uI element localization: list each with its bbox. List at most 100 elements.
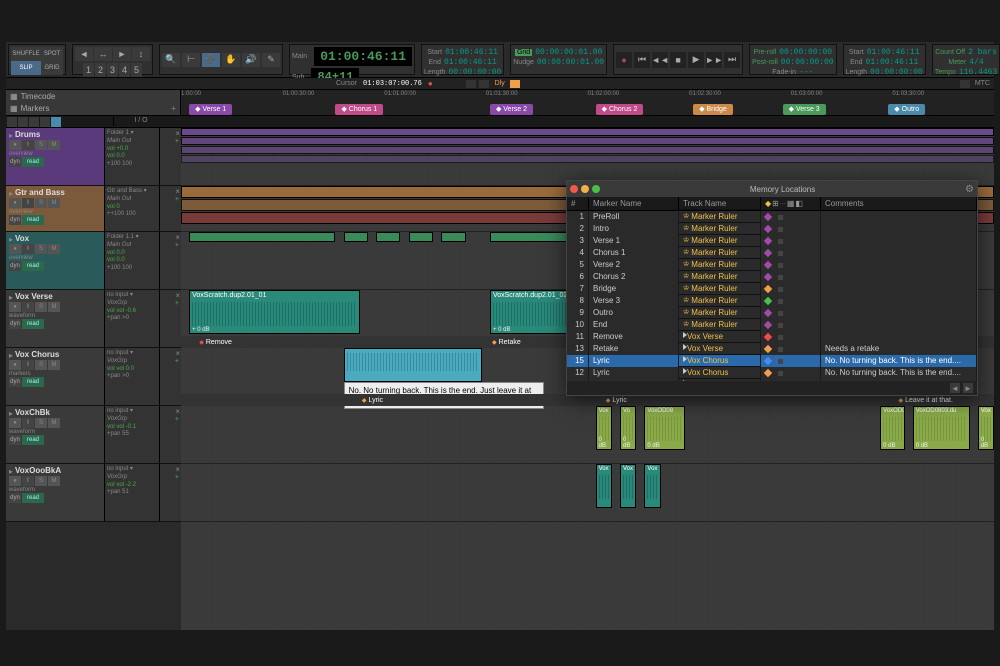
automation-mode-button[interactable]: read	[22, 435, 44, 445]
ruler-marker[interactable]: ◆ Verse 1	[189, 104, 232, 115]
track-io[interactable]: Gtr and Bass ▾ Main Out vol 0 ++100 100	[104, 186, 159, 231]
fadein-field[interactable]: ---	[799, 68, 813, 77]
track-ctrl[interactable]: ×+	[159, 290, 181, 347]
meter-field[interactable]: 4/4	[969, 58, 983, 67]
audio-clip[interactable]: Vox0 dB	[596, 406, 612, 450]
col-btn-3[interactable]	[29, 117, 39, 127]
automation-mode-button[interactable]: read	[22, 261, 44, 271]
track-io[interactable]: no input ▾ VoxGrp vol vol -0.1 +pan 55	[104, 406, 159, 463]
memory-location-row[interactable]: 11 Remove Vox Verse	[567, 331, 977, 343]
zoom-v-button[interactable]: ↕	[132, 47, 150, 61]
track-io[interactable]: no input ▾ VoxGrp vol vol 0.0 +pan >0	[104, 348, 159, 405]
markers-ruler[interactable]: ▦Markers+ ◆ Verse 1◆ Chorus 1◆ Verse 2◆ …	[6, 103, 994, 116]
solo-button[interactable]: S	[35, 476, 47, 486]
trim-tool-button[interactable]: ⊢	[182, 53, 200, 67]
dyn-button[interactable]: dyn	[9, 261, 21, 271]
track-marker[interactable]: Lyric	[360, 394, 385, 406]
mem-next-button[interactable]: ►	[963, 383, 973, 393]
col-btn-5[interactable]	[51, 117, 61, 127]
col-track-name[interactable]: Track Name	[679, 197, 761, 210]
memory-location-row[interactable]: 10 End ♔Marker Ruler	[567, 319, 977, 331]
memory-location-row[interactable]: 6 Chorus 2 ♔Marker Ruler	[567, 271, 977, 283]
track-io[interactable]: no input ▾ VoxGrp vol vol -2.2 +pan 51	[104, 464, 159, 521]
rtz-button[interactable]: ⏮	[634, 52, 650, 68]
ffwd-button[interactable]: ►►	[706, 52, 722, 68]
clip[interactable]	[441, 232, 465, 242]
automation-mode-button[interactable]: read	[22, 319, 44, 329]
memory-locations-window[interactable]: Memory Locations ⚙ # Marker Name Track N…	[566, 180, 978, 396]
rec-enable-button[interactable]: ●	[9, 302, 21, 312]
sel2-len-field[interactable]: 00:00:00:00	[870, 68, 923, 77]
tempo-field[interactable]: 116.4463	[959, 68, 997, 77]
end-button[interactable]: ⏭	[724, 52, 740, 68]
solo-button[interactable]: S	[35, 302, 47, 312]
ruler-marker[interactable]: ◆ Chorus 2	[596, 104, 644, 115]
solo-button[interactable]: S	[35, 198, 47, 208]
zoom-preset-5[interactable]: 5	[131, 63, 142, 77]
input-button[interactable]: I	[22, 476, 34, 486]
main-counter[interactable]: 01:00:46:11	[314, 47, 412, 66]
track-name[interactable]: VoxOooBkA	[15, 466, 61, 475]
sel-end-field[interactable]: 01:00:46:11	[444, 58, 497, 67]
col-marker-name[interactable]: Marker Name	[589, 197, 679, 210]
audio-clip[interactable]: Vox0 dB	[978, 406, 994, 450]
input-button[interactable]: I	[22, 140, 34, 150]
memory-location-row[interactable]: 3 Verse 1 ♔Marker Ruler	[567, 235, 977, 247]
stop-button[interactable]: ■	[670, 52, 686, 68]
mute-button[interactable]: M	[48, 360, 60, 370]
mute-button[interactable]: M	[48, 244, 60, 254]
sync-icon[interactable]	[960, 80, 970, 88]
mute-button[interactable]: M	[48, 418, 60, 428]
input-button[interactable]: I	[22, 302, 34, 312]
clip[interactable]	[189, 232, 335, 242]
rec-arm-icon[interactable]: ●	[428, 79, 433, 88]
clip[interactable]	[181, 137, 994, 145]
dyn-button[interactable]: dyn	[9, 215, 21, 225]
sel2-end-field[interactable]: 01:00:46:11	[866, 58, 919, 67]
slip-mode-button[interactable]: SLIP	[11, 61, 41, 75]
pencil-tool-button[interactable]: ✎	[262, 53, 280, 67]
audio-clip[interactable]: VoxOD060 dB	[880, 406, 904, 450]
col-btn-1[interactable]	[7, 117, 17, 127]
automation-mode-button[interactable]: read	[22, 157, 44, 167]
preroll-field[interactable]: 00:00:00:00	[779, 48, 832, 57]
rec-enable-button[interactable]: ●	[9, 140, 21, 150]
audio-clip[interactable]: VoxScratch.dup2.01_01+ 0 dB	[189, 290, 360, 334]
sel-start-field[interactable]: 01:00:46:11	[445, 48, 498, 57]
memory-location-row[interactable]: 5 Verse 2 ♔Marker Ruler	[567, 259, 977, 271]
zoom-preset-4[interactable]: 4	[119, 63, 130, 77]
track-lane[interactable]: VoxVoxVox	[181, 464, 994, 522]
audio-clip[interactable]: Vox	[596, 464, 612, 508]
clip[interactable]	[409, 232, 433, 242]
dyn-button[interactable]: dyn	[9, 319, 21, 329]
grabber-tool-button[interactable]: ✋	[222, 53, 240, 67]
track-marker[interactable]: Retake	[490, 336, 523, 348]
automation-mode-button[interactable]: read	[22, 493, 44, 503]
selector-tool-button[interactable]: ➕	[202, 53, 220, 67]
audio-clip[interactable]: Vox	[620, 464, 636, 508]
rec-enable-button[interactable]: ●	[9, 198, 21, 208]
dyn-button[interactable]: dyn	[9, 377, 21, 387]
track-io[interactable]: Folder 1 ▾ Main Out vol +0.0 vol 0.0 +10…	[104, 128, 159, 185]
memory-location-row[interactable]: 13 Retake Vox Verse Needs a retake	[567, 343, 977, 355]
dyn-button[interactable]: dyn	[9, 157, 21, 167]
zoom-preset-2[interactable]: 2	[95, 63, 106, 77]
col-btn-4[interactable]	[40, 117, 50, 127]
zoom-preset-1[interactable]: 1	[83, 63, 94, 77]
zoom-tool-button[interactable]: 🔍	[162, 53, 180, 67]
track-name[interactable]: Vox Verse	[15, 292, 53, 301]
track-header[interactable]: ▸Drums ●ISM overview dynread Folder 1 ▾ …	[6, 128, 181, 186]
nudge-field[interactable]: 00:00:00:01.00	[537, 58, 604, 67]
memory-location-row[interactable]: 7 Bridge ♔Marker Ruler	[567, 283, 977, 295]
track-io[interactable]: Folder 1.1 ▾ Main Out vol 0.0 vol 0.0 +1…	[104, 232, 159, 289]
track-header[interactable]: ▸Gtr and Bass ●ISM overview dynread Gtr …	[6, 186, 181, 232]
memory-location-row[interactable]: 12 Lyric Vox Chorus No. No turning back.…	[567, 367, 977, 379]
mute-button[interactable]: M	[48, 140, 60, 150]
track-io[interactable]: no input ▾ VoxGrp vol vol -0.6 +pan >0	[104, 290, 159, 347]
col-btn-2[interactable]	[18, 117, 28, 127]
memory-location-row[interactable]: 15 Lyric Vox Chorus No. No turning back.…	[567, 355, 977, 367]
track-header[interactable]: ▸VoxOooBkA ●ISM waveform dynread no inpu…	[6, 464, 181, 522]
dyn-button[interactable]: dyn	[9, 435, 21, 445]
memory-table-body[interactable]: 1 PreRoll ♔Marker Ruler 2 Intro ♔Marker …	[567, 211, 977, 381]
memory-location-row[interactable]: 8 Verse 3 ♔Marker Ruler	[567, 295, 977, 307]
